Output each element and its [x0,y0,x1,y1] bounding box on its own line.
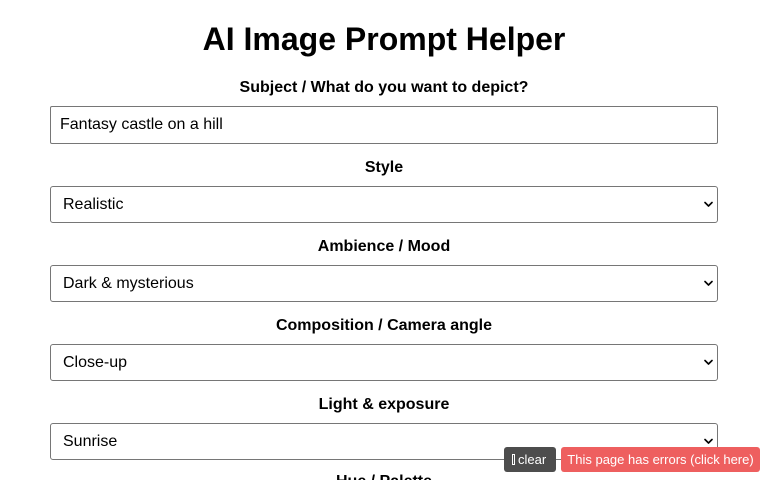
chevron-down-icon [704,280,713,286]
hue-label: Hue / Palette [0,472,768,480]
style-select[interactable]: Realistic [50,186,718,223]
composition-label: Composition / Camera angle [275,317,493,334]
page: AI Image Prompt Helper Subject / What do… [0,0,768,480]
clear-errors-button[interactable]: clear [504,447,556,472]
subject-input[interactable] [50,106,718,144]
light-label: Light & exposure [318,396,450,413]
clear-errors-label: clear [518,452,547,467]
missing-glyph-icon [512,454,515,465]
light-select-value: Sunrise [63,433,118,450]
chevron-down-icon [704,359,713,365]
ambience-select-value: Dark & mysterious [63,275,194,292]
page-errors-button[interactable]: This page has errors (click here) [561,447,760,472]
style-label: Style [364,159,404,176]
chevron-down-icon [704,201,713,207]
composition-select-value: Close-up [63,354,128,371]
ambience-select[interactable]: Dark & mysterious [50,265,718,302]
ambience-label: Ambience / Mood [317,238,451,255]
style-select-value: Realistic [63,196,124,213]
subject-label: Subject / What do you want to depict? [239,79,529,96]
composition-select[interactable]: Close-up [50,344,718,381]
chevron-down-icon [704,438,713,444]
page-title: AI Image Prompt Helper [202,21,566,57]
